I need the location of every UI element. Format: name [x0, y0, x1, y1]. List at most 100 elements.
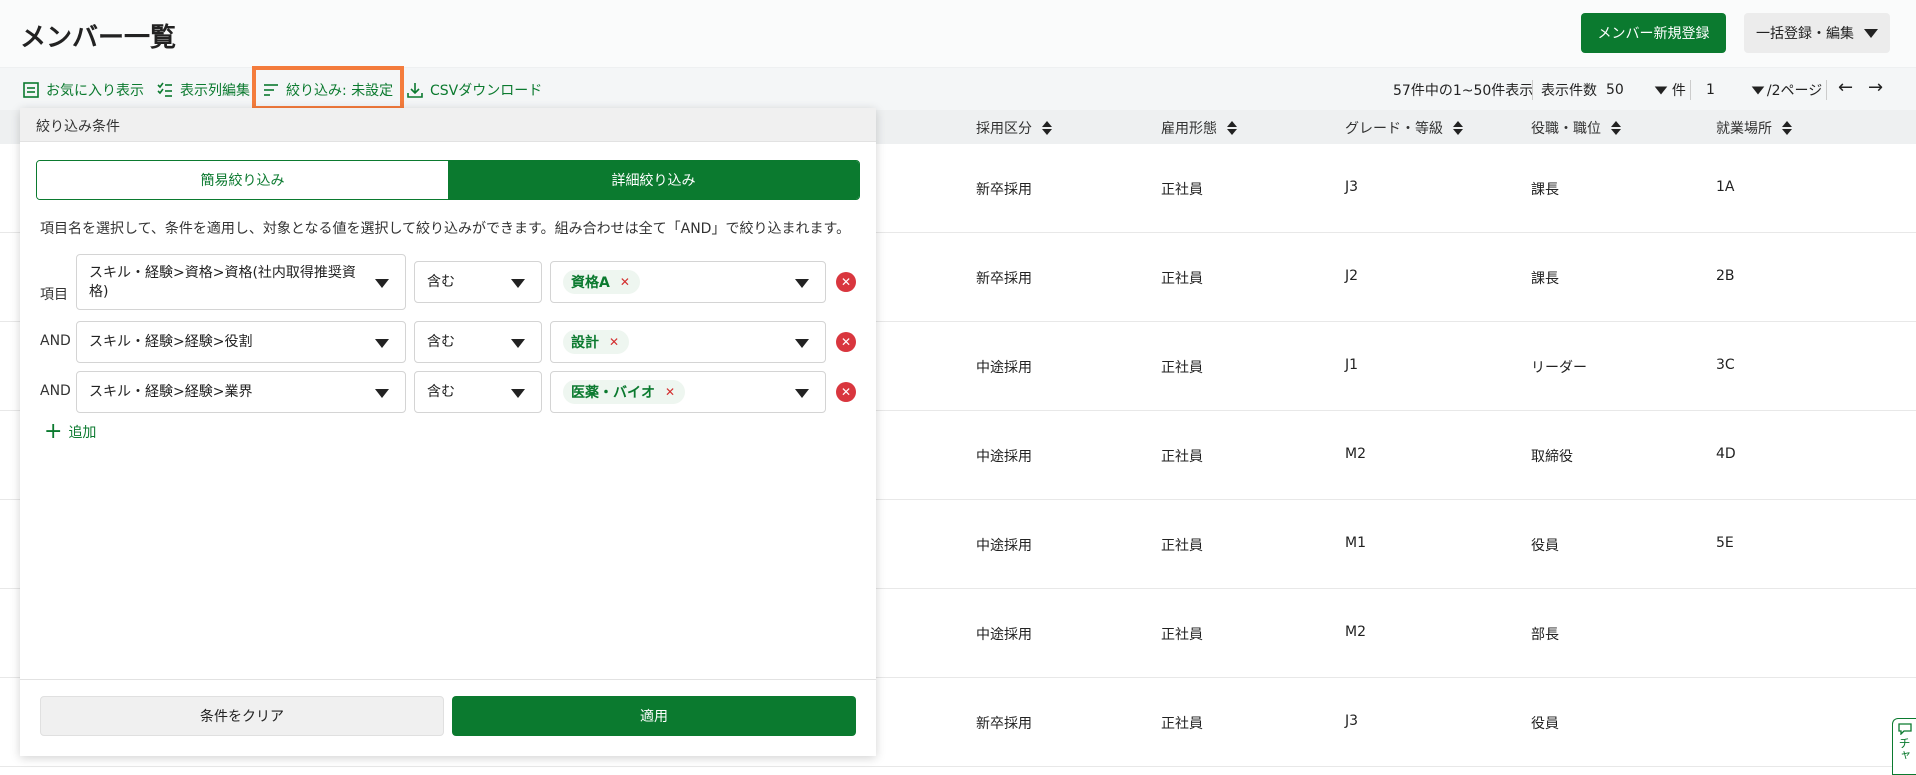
- arrow-left-icon: ←: [1838, 77, 1854, 98]
- close-icon: ✕: [840, 335, 852, 349]
- arrow-right-icon: →: [1868, 77, 1884, 98]
- value-select[interactable]: 医薬・バイオ ✕: [550, 371, 826, 413]
- close-icon[interactable]: ✕: [609, 335, 619, 349]
- chat-button[interactable]: チャ: [1892, 718, 1916, 775]
- csv-download-label: CSVダウンロード: [430, 83, 543, 99]
- cell-position: 課長: [1531, 182, 1559, 198]
- column-header-employment-type[interactable]: 雇用形態: [1161, 118, 1237, 138]
- per-page-select[interactable]: 50 件: [1606, 80, 1686, 100]
- chevron-down-icon: [375, 339, 389, 348]
- result-summary: 57件中の1~50件表示: [1393, 80, 1533, 100]
- per-page-label: 表示件数: [1541, 83, 1597, 99]
- operator-value: 含む: [427, 274, 455, 290]
- column-header-hiring-type[interactable]: 採用区分: [976, 118, 1052, 138]
- cell-employment-type: 正社員: [1161, 716, 1203, 732]
- cell-workplace: 1A: [1716, 179, 1735, 195]
- chevron-down-icon: [1751, 85, 1765, 95]
- cell-position: リーダー: [1531, 360, 1587, 376]
- chevron-down-icon: [375, 389, 389, 398]
- new-member-button[interactable]: メンバー新規登録: [1581, 13, 1726, 53]
- tab-simple-filter[interactable]: 簡易絞り込み: [37, 161, 448, 199]
- filter-panel: 絞り込み条件 簡易絞り込み 詳細絞り込み 項目名を選択して、条件を適用し、対象と…: [20, 108, 876, 756]
- column-header-label: 役職・職位: [1531, 121, 1601, 137]
- plus-icon: +: [44, 419, 63, 444]
- condition-label: AND: [40, 333, 71, 349]
- column-header-grade[interactable]: グレード・等級: [1345, 118, 1463, 138]
- remove-condition-button[interactable]: ✕: [836, 332, 856, 352]
- cell-employment-type: 正社員: [1161, 271, 1203, 287]
- chevron-down-icon: [511, 389, 525, 398]
- value-chip-label: 設計: [571, 335, 599, 351]
- operator-select[interactable]: 含む: [414, 321, 542, 363]
- value-chip-label: 資格A: [571, 275, 610, 291]
- chat-icon: [1897, 723, 1912, 735]
- column-header-label: グレード・等級: [1345, 121, 1443, 137]
- add-condition-label: 追加: [68, 425, 97, 441]
- cell-employment-type: 正社員: [1161, 182, 1203, 198]
- close-icon: ✕: [840, 385, 852, 399]
- filter-highlight-box: [252, 66, 404, 110]
- per-page-unit: 件: [1671, 83, 1686, 99]
- operator-select[interactable]: 含む: [414, 371, 542, 413]
- cell-grade: J1: [1345, 357, 1359, 373]
- chevron-down-icon: [795, 279, 809, 288]
- value-select[interactable]: 資格A ✕: [550, 261, 826, 303]
- cell-position: 取締役: [1531, 449, 1573, 465]
- chevron-down-icon: [1864, 28, 1878, 38]
- filter-panel-title: 絞り込み条件: [36, 119, 120, 135]
- column-header-workplace[interactable]: 就業場所: [1716, 118, 1792, 138]
- add-condition-button[interactable]: + 追加: [44, 419, 97, 444]
- remove-condition-button[interactable]: ✕: [836, 382, 856, 402]
- column-header-position[interactable]: 役職・職位: [1531, 118, 1621, 138]
- page-value: 1: [1706, 82, 1715, 98]
- cell-employment-type: 正社員: [1161, 449, 1203, 465]
- download-icon: [407, 83, 423, 98]
- cell-position: 役員: [1531, 538, 1559, 554]
- bulk-edit-button[interactable]: 一括登録・編集: [1744, 13, 1890, 53]
- csv-download-button[interactable]: CSVダウンロード: [406, 80, 542, 100]
- clear-conditions-button[interactable]: 条件をクリア: [40, 696, 444, 736]
- favorites-button[interactable]: お気に入り表示: [22, 80, 144, 100]
- chevron-down-icon: [375, 279, 389, 288]
- filter-panel-header: 絞り込み条件: [20, 108, 876, 142]
- field-select[interactable]: スキル・経験>経験>役割: [76, 321, 406, 363]
- sort-icon: [1782, 121, 1792, 135]
- cell-grade: J3: [1345, 179, 1359, 195]
- cell-position: 部長: [1531, 627, 1559, 643]
- list-icon: [23, 82, 39, 98]
- cell-hiring-type: 中途採用: [976, 360, 1032, 376]
- close-icon[interactable]: ✕: [620, 275, 630, 289]
- cell-grade: M2: [1345, 446, 1366, 462]
- page-select[interactable]: 1 /2ページ: [1706, 80, 1822, 100]
- field-select-value-line1: スキル・経験>資格>資格(社内取得推奨資: [89, 265, 356, 281]
- sort-icon: [1453, 121, 1463, 135]
- page-header: メンバー一覧 メンバー新規登録 一括登録・編集: [0, 0, 1916, 68]
- pager-divider-1: [1532, 80, 1533, 100]
- operator-value: 含む: [427, 384, 455, 400]
- field-select[interactable]: スキル・経験>経験>業界: [76, 371, 406, 413]
- column-edit-button[interactable]: 表示列編集: [156, 80, 250, 100]
- sort-icon: [1042, 121, 1052, 135]
- apply-button[interactable]: 適用: [452, 696, 856, 736]
- tab-detail-filter[interactable]: 詳細絞り込み: [448, 161, 859, 199]
- close-icon: ✕: [840, 275, 852, 289]
- page-title: メンバー一覧: [20, 23, 177, 53]
- prev-page-button[interactable]: ←: [1838, 77, 1853, 98]
- chat-label: チャ: [1897, 737, 1911, 761]
- column-edit-label: 表示列編集: [180, 83, 250, 99]
- bulk-edit-label: 一括登録・編集: [1756, 26, 1854, 42]
- close-icon[interactable]: ✕: [665, 385, 675, 399]
- remove-condition-button[interactable]: ✕: [836, 272, 856, 292]
- chevron-down-icon: [795, 339, 809, 348]
- next-page-button[interactable]: →: [1868, 77, 1883, 98]
- value-chip: 資格A ✕: [563, 270, 640, 294]
- value-select[interactable]: 設計 ✕: [550, 321, 826, 363]
- field-select-value: スキル・経験>経験>業界: [89, 384, 253, 400]
- condition-label: AND: [40, 383, 71, 399]
- field-select[interactable]: スキル・経験>資格>資格(社内取得推奨資 格): [76, 254, 406, 310]
- operator-select[interactable]: 含む: [414, 261, 542, 303]
- value-chip: 医薬・バイオ ✕: [563, 380, 686, 404]
- column-header-label: 採用区分: [976, 121, 1032, 137]
- filter-panel-footer: 条件をクリア 適用: [20, 679, 876, 756]
- cell-grade: M1: [1345, 535, 1366, 551]
